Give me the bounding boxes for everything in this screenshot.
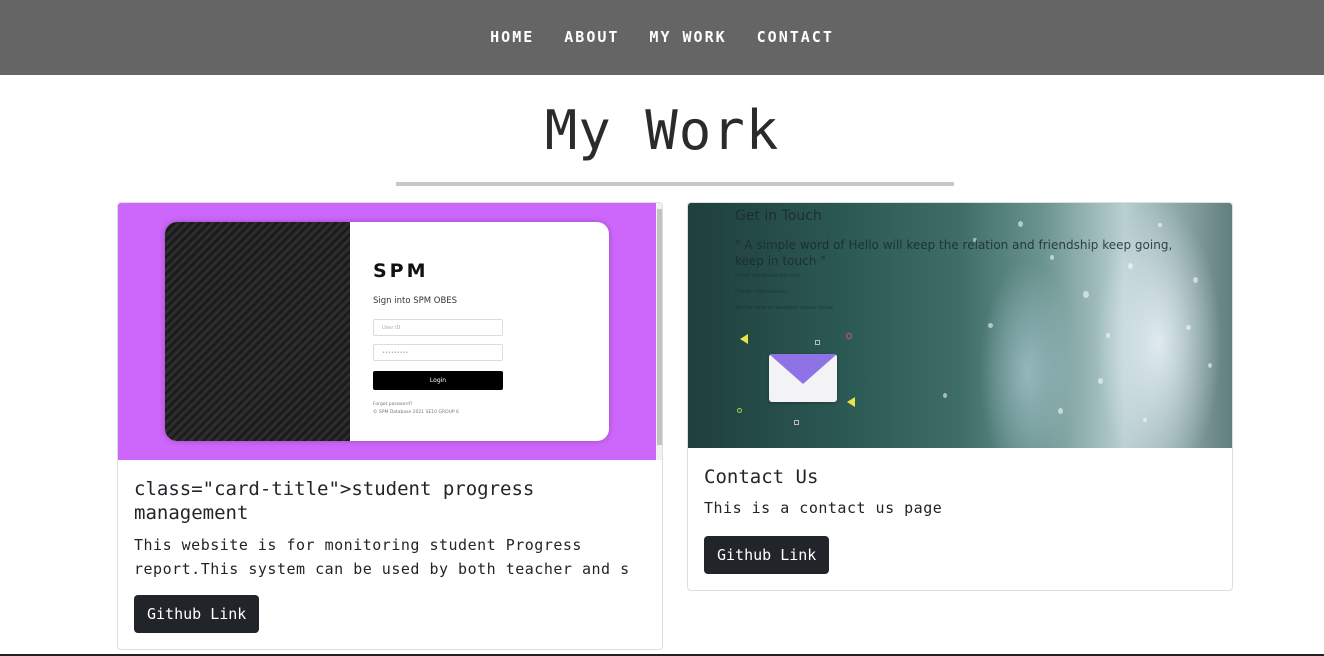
login-preview-password-field: ••••••••• bbox=[373, 344, 503, 361]
square-decoration-icon bbox=[815, 340, 820, 345]
raindrop bbox=[1106, 333, 1110, 338]
raindrop bbox=[1083, 291, 1089, 298]
triangle-decoration-icon bbox=[847, 397, 855, 407]
nav-contact-link[interactable]: CONTACT bbox=[757, 28, 834, 46]
title-divider bbox=[396, 182, 954, 186]
login-preview-pattern bbox=[165, 222, 350, 441]
github-link-button[interactable]: Github Link bbox=[704, 536, 830, 574]
contact-preview-note: You can give us feedback details below bbox=[735, 305, 833, 311]
circle-decoration-icon bbox=[737, 408, 742, 413]
raindrop bbox=[1098, 378, 1103, 384]
raindrop bbox=[1158, 223, 1162, 227]
raindrop bbox=[1143, 418, 1147, 422]
login-preview: SPM Sign into SPM OBES User ID •••••••••… bbox=[165, 222, 609, 441]
contact-preview-heading: Get in Touch bbox=[735, 208, 822, 224]
nav-about-link[interactable]: ABOUT bbox=[564, 28, 619, 46]
login-preview-footer: © SPM Database 2021 SE10 GROUP 6 bbox=[373, 410, 459, 415]
login-preview-subtitle: Sign into SPM OBES bbox=[373, 296, 458, 306]
scrollbar-thumb[interactable] bbox=[657, 209, 662, 445]
card-title: Contact Us bbox=[704, 466, 819, 488]
raindrop bbox=[988, 323, 993, 328]
triangle-decoration-icon bbox=[740, 334, 748, 344]
card-title: class="card-title">student progress mana… bbox=[134, 478, 535, 524]
card-text: This website is for monitoring student P… bbox=[134, 536, 630, 578]
nav-home-link[interactable]: HOME bbox=[490, 28, 534, 46]
project-screenshot-contact: Get in Touch " A simple word of Hello wi… bbox=[688, 203, 1232, 448]
top-navbar: HOME ABOUT MY WORK CONTACT bbox=[0, 0, 1324, 75]
raindrop bbox=[1186, 325, 1191, 330]
circle-decoration-icon bbox=[846, 333, 852, 339]
raindrop bbox=[1193, 277, 1198, 283]
contact-preview-quote: " A simple word of Hello will keep the r… bbox=[735, 238, 1173, 268]
nav-my-work-link[interactable]: MY WORK bbox=[649, 28, 726, 46]
envelope-icon bbox=[769, 354, 837, 402]
card-body: class="card-title">student progress mana… bbox=[134, 477, 648, 581]
card-text: This is a contact us page bbox=[704, 499, 943, 517]
project-card-spm: SPM Sign into SPM OBES User ID •••••••••… bbox=[117, 202, 663, 650]
raindrop bbox=[943, 393, 947, 398]
login-preview-user-field: User ID bbox=[373, 319, 503, 336]
card-image-scrollbar[interactable] bbox=[656, 203, 662, 460]
page-title: My Work bbox=[544, 99, 780, 162]
raindrop bbox=[1208, 363, 1212, 368]
raindrop bbox=[1058, 408, 1063, 414]
raindrop bbox=[1018, 221, 1023, 227]
contact-preview-phone: Phone: +94xxxxxxxx bbox=[735, 289, 788, 295]
project-screenshot-spm: SPM Sign into SPM OBES User ID •••••••••… bbox=[118, 203, 656, 460]
login-preview-button: Login bbox=[373, 371, 503, 390]
card-body: Contact Us This is a contact us page bbox=[704, 465, 1218, 520]
github-link-button[interactable]: Github Link bbox=[134, 595, 260, 633]
project-card-contact: Get in Touch " A simple word of Hello wi… bbox=[687, 202, 1233, 591]
login-preview-forgot: Forgot password? bbox=[373, 402, 413, 407]
login-preview-brand: SPM bbox=[373, 260, 429, 282]
contact-preview-email: Email: info@example.com bbox=[735, 273, 801, 279]
square-decoration-icon bbox=[794, 420, 799, 425]
